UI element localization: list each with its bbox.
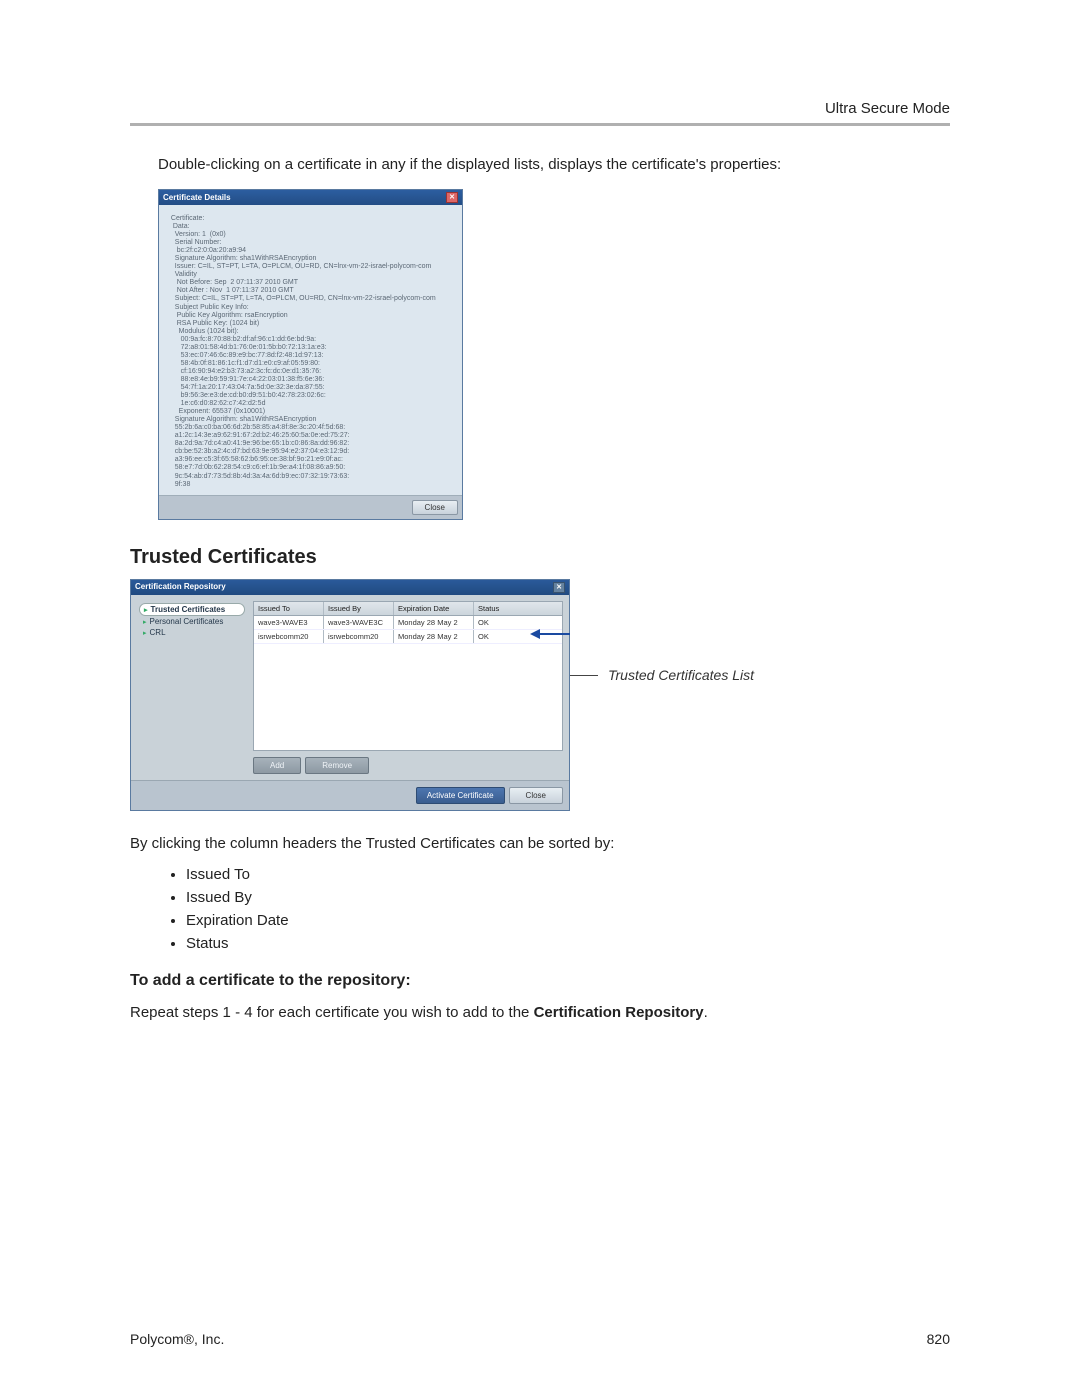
- repo-title: Certification Repository: [135, 582, 226, 593]
- add-text-bold: Certification Repository: [534, 1004, 704, 1021]
- callout-trusted-list: Trusted Certificates List: [608, 667, 754, 683]
- cell-issued-to: isrwebcomm20: [254, 630, 324, 643]
- sort-intro: By clicking the column headers the Trust…: [130, 835, 950, 852]
- close-button[interactable]: Close: [412, 500, 458, 515]
- chevron-right-icon: ▸: [143, 629, 147, 637]
- list-item: Status: [186, 935, 950, 952]
- col-status[interactable]: Status: [474, 602, 514, 615]
- close-button[interactable]: Close: [509, 787, 563, 804]
- table-body: wave3-WAVE3 wave3-WAVE3C Monday 28 May 2…: [254, 616, 562, 644]
- dialog-titlebar[interactable]: Certificate Details ✕: [159, 190, 462, 205]
- cell-status: OK: [474, 616, 514, 629]
- repo-tree: ▸ Trusted Certificates ▸ Personal Certif…: [137, 601, 247, 774]
- section-heading-trusted-certificates: Trusted Certificates: [130, 546, 950, 569]
- header-rule: [130, 123, 950, 126]
- list-item: Issued By: [186, 889, 950, 906]
- table-header: Issued To Issued By Expiration Date Stat…: [254, 602, 562, 616]
- col-issued-to[interactable]: Issued To: [254, 602, 324, 615]
- footer-company: Polycom®, Inc.: [130, 1331, 224, 1347]
- tree-label: Personal Certificates: [150, 617, 224, 626]
- add-button[interactable]: Add: [253, 757, 301, 774]
- col-issued-by[interactable]: Issued By: [324, 602, 394, 615]
- footer-page-number: 820: [927, 1331, 950, 1347]
- activate-certificate-button[interactable]: Activate Certificate: [416, 787, 505, 804]
- cell-status: OK: [474, 630, 514, 643]
- certificate-details-dialog: Certificate Details ✕ Certificate: Data:…: [158, 189, 463, 520]
- add-text-pre: Repeat steps 1 - 4 for each certificate …: [130, 1004, 534, 1021]
- dialog-title: Certificate Details: [163, 193, 231, 202]
- remove-button[interactable]: Remove: [305, 757, 369, 774]
- close-icon[interactable]: ✕: [446, 192, 458, 203]
- cell-expiration: Monday 28 May 2: [394, 630, 474, 643]
- chevron-right-icon: ▸: [144, 606, 148, 614]
- tree-label: Trusted Certificates: [151, 605, 226, 614]
- chevron-right-icon: ▸: [143, 618, 147, 626]
- certificate-table: Issued To Issued By Expiration Date Stat…: [253, 601, 563, 751]
- cell-issued-by: isrwebcomm20: [324, 630, 394, 643]
- list-item: Expiration Date: [186, 912, 950, 929]
- page-header-right: Ultra Secure Mode: [130, 100, 950, 117]
- dialog-bottom-bar: Close: [159, 495, 462, 519]
- sort-bullet-list: Issued To Issued By Expiration Date Stat…: [186, 866, 950, 952]
- intro-text: Double-clicking on a certificate in any …: [158, 156, 950, 173]
- certification-repository-dialog: Certification Repository ✕ ▸ Trusted Cer…: [130, 579, 570, 811]
- tree-item-personal-certificates[interactable]: ▸ Personal Certificates: [139, 616, 245, 627]
- cell-issued-by: wave3-WAVE3C: [324, 616, 394, 629]
- certificate-text-area: Certificate: Data: Version: 1 (0x0) Seri…: [159, 205, 462, 495]
- tree-item-trusted-certificates[interactable]: ▸ Trusted Certificates: [139, 603, 245, 616]
- col-expiration-date[interactable]: Expiration Date: [394, 602, 474, 615]
- tree-item-crl[interactable]: ▸ CRL: [139, 627, 245, 638]
- add-text-post: .: [704, 1004, 708, 1021]
- cell-issued-to: wave3-WAVE3: [254, 616, 324, 629]
- table-row[interactable]: wave3-WAVE3 wave3-WAVE3C Monday 28 May 2…: [254, 616, 562, 630]
- add-heading: To add a certificate to the repository:: [130, 972, 950, 990]
- list-item: Issued To: [186, 866, 950, 883]
- add-instruction: Repeat steps 1 - 4 for each certificate …: [130, 1004, 950, 1021]
- cell-expiration: Monday 28 May 2: [394, 616, 474, 629]
- repo-titlebar[interactable]: Certification Repository ✕: [131, 580, 569, 595]
- tree-label: CRL: [150, 628, 166, 637]
- close-icon[interactable]: ✕: [553, 582, 565, 593]
- table-row[interactable]: isrwebcomm20 isrwebcomm20 Monday 28 May …: [254, 630, 562, 644]
